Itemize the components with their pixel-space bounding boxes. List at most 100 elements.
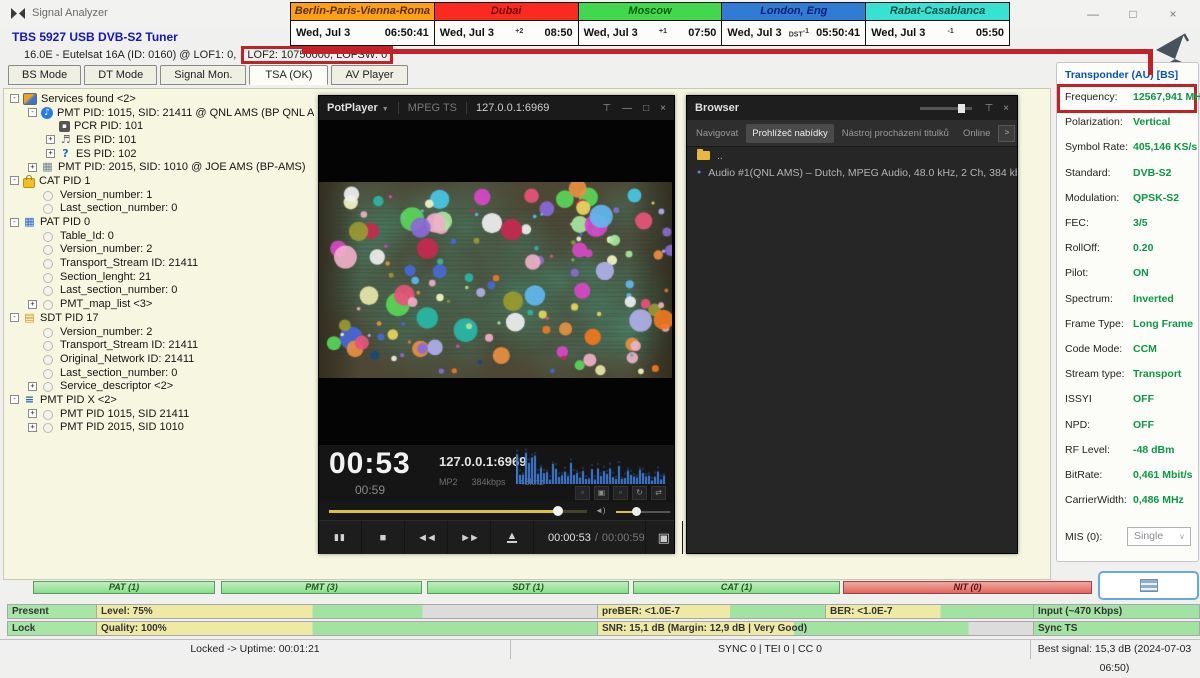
seek-bar[interactable] [329, 510, 587, 513]
clock-widget[interactable]: MoscowWed, Jul 3+107:50 [579, 3, 723, 45]
eject-icon: ▲ [507, 532, 518, 543]
tab-av-player[interactable]: AV Player [331, 65, 407, 85]
tree-expander[interactable]: - [10, 313, 19, 322]
psi-bar: PMT (3) [221, 581, 422, 594]
tree-expander[interactable]: + [28, 423, 37, 432]
bookmark-icon[interactable]: ▫ [575, 486, 590, 500]
mis-dropdown[interactable]: Single ∨ [1127, 527, 1191, 546]
browser-tab[interactable]: Prohlížeč nabídky [746, 124, 834, 143]
folder-up-label: .. [717, 150, 723, 162]
tree-item[interactable]: -CAT PID 1 [8, 174, 314, 188]
tree-item[interactable]: +Last_section_number: 0 [8, 202, 314, 216]
tree-item[interactable]: -▤SDT PID 17 [8, 311, 314, 325]
tree-item[interactable]: +Last_section_number: 0 [8, 366, 314, 380]
tree-item[interactable]: -♪PMT PID: 1015, SID: 21411 @ QNL AMS (B… [8, 106, 314, 120]
tree-expander[interactable]: - [10, 176, 19, 185]
frame-button[interactable]: ▣ [645, 521, 682, 554]
transponder-row: Polarization:Vertical [1061, 113, 1193, 134]
pause-button[interactable]: ▮▮ [319, 521, 362, 554]
tree-expander[interactable]: + [28, 382, 37, 391]
transponder-label: Frequency: [1065, 91, 1118, 103]
tree-item[interactable]: +Version_number: 1 [8, 188, 314, 202]
psi-bar: PAT (1) [33, 581, 215, 594]
tree-expander[interactable]: - [10, 218, 19, 227]
meter-bar: Level: 75% [96, 604, 599, 619]
browser-slider[interactable] [920, 107, 972, 110]
chevron-right-icon[interactable]: > [998, 125, 1015, 142]
browser-tab[interactable]: Navigovat [690, 124, 744, 143]
tree-expander[interactable]: + [46, 135, 55, 144]
maximize-icon[interactable]: □ [643, 103, 649, 114]
tree-expander[interactable]: - [28, 108, 37, 117]
tree-expander[interactable]: - [10, 94, 19, 103]
tree-item[interactable]: +Version_number: 2 [8, 243, 314, 257]
subtitle-icon[interactable]: ▫ [613, 486, 628, 500]
tree-item[interactable]: +Transport_Stream ID: 21411 [8, 338, 314, 352]
clock-widget[interactable]: DubaiWed, Jul 3+208:50 [435, 3, 579, 45]
folder-up-item[interactable]: .. [687, 147, 1017, 164]
pin-icon[interactable]: ⊤ [984, 103, 993, 114]
tree-item[interactable]: -Services found <2> [8, 92, 314, 106]
clock-widget[interactable]: Rabat-CasablancaWed, Jul 3-105:50 [866, 3, 1009, 45]
potplayer-titlebar[interactable]: PotPlayer ▼ MPEG TS 127.0.0.1:6969 ⊤—□× [319, 96, 674, 120]
next-button[interactable]: ►► [448, 521, 491, 554]
volume-slider[interactable] [616, 511, 670, 513]
tab-signal-mon-[interactable]: Signal Mon. [160, 65, 246, 85]
duration-label: 00:00:59 [602, 532, 645, 544]
tree-expander[interactable]: + [28, 300, 37, 309]
tree-expander[interactable]: - [10, 395, 19, 404]
elapsed-time-display: 00:53 [329, 447, 411, 481]
tree-item[interactable]: -≡PMT PID X <2> [8, 393, 314, 407]
transponder-row: ISSYIOFF [1061, 390, 1193, 411]
tab-dt-mode[interactable]: DT Mode [84, 65, 157, 85]
browser-titlebar[interactable]: Browser ⊤× [687, 96, 1017, 120]
record-table-button[interactable] [1098, 571, 1199, 600]
tree-item[interactable]: +Section_lenght: 21 [8, 270, 314, 284]
snapshot-icon[interactable]: ▣ [594, 486, 609, 500]
tree-item[interactable]: +▦PMT PID: 2015, SID: 1010 @ JOE AMS (BP… [8, 160, 314, 174]
minimize-button[interactable]: — [1078, 4, 1108, 24]
minimize-icon[interactable]: — [622, 103, 632, 114]
tree-item[interactable]: +PMT_map_list <3> [8, 297, 314, 311]
audio-track-item[interactable]: ● Audio #1(QNL AMS) – Dutch, MPEG Audio,… [687, 164, 1017, 181]
previous-button[interactable]: ◄◄ [405, 521, 448, 554]
volume-handle[interactable] [632, 507, 641, 516]
clock-widget[interactable]: London, EngWed, Jul 3DST-105:50:41 [722, 3, 866, 45]
stop-button[interactable]: ■ [362, 521, 405, 554]
tree-expander[interactable]: + [28, 163, 37, 172]
tab-tsa-ok-[interactable]: TSA (OK) [249, 65, 328, 85]
browser-tab[interactable]: Online [957, 124, 996, 143]
eject-button[interactable]: ▲ [491, 521, 534, 554]
tree-expander[interactable]: + [46, 149, 55, 158]
tree-item[interactable]: +Transport_Stream ID: 21411 [8, 256, 314, 270]
tree-item[interactable]: +PMT PID 2015, SID 1010 [8, 421, 314, 435]
tree-item[interactable]: +Version_number: 2 [8, 325, 314, 339]
pin-icon[interactable]: ⊤ [602, 103, 611, 114]
browser-tab[interactable]: Nástroj procházení titulků [836, 124, 955, 143]
tree-item[interactable]: -▦PAT PID 0 [8, 215, 314, 229]
shuffle-icon[interactable]: ⇄ [651, 486, 666, 500]
tree-item[interactable]: +Original_Network ID: 21411 [8, 352, 314, 366]
potplayer-menu[interactable]: PotPlayer [327, 102, 378, 114]
tree-item[interactable]: +?ES PID: 102 [8, 147, 314, 161]
audio-track-label: Audio #1(QNL AMS) – Dutch, MPEG Audio, 4… [708, 167, 1017, 179]
tree-item[interactable]: +Last_section_number: 0 [8, 284, 314, 298]
tree-expander[interactable]: + [28, 409, 37, 418]
close-icon[interactable]: × [660, 103, 666, 114]
clock-widget[interactable]: Berlin-Paris-Vienna-RomaWed, Jul 306:50:… [291, 3, 435, 45]
loop-icon[interactable]: ↻ [632, 486, 647, 500]
clock-body: Wed, Jul 306:50:41 [291, 21, 434, 45]
close-button[interactable]: × [1158, 4, 1188, 24]
tree-item[interactable]: +Table_Id: 0 [8, 229, 314, 243]
stream-url-display: 127.0.0.1:6969 [439, 454, 526, 469]
seek-handle[interactable] [553, 506, 563, 516]
audio-spectrum [516, 448, 666, 484]
tab-bs-mode[interactable]: BS Mode [8, 65, 81, 85]
close-icon[interactable]: × [1003, 103, 1009, 114]
tree-item[interactable]: +Service_descriptor <2> [8, 379, 314, 393]
tree-item[interactable]: +♬ES PID: 101 [8, 133, 314, 147]
node-dot-icon [43, 191, 53, 201]
tree-item[interactable]: +PMT PID 1015, SID 21411 [8, 407, 314, 421]
tree-item[interactable]: +▪PCR PID: 101 [8, 119, 314, 133]
maximize-button[interactable]: □ [1118, 4, 1148, 24]
